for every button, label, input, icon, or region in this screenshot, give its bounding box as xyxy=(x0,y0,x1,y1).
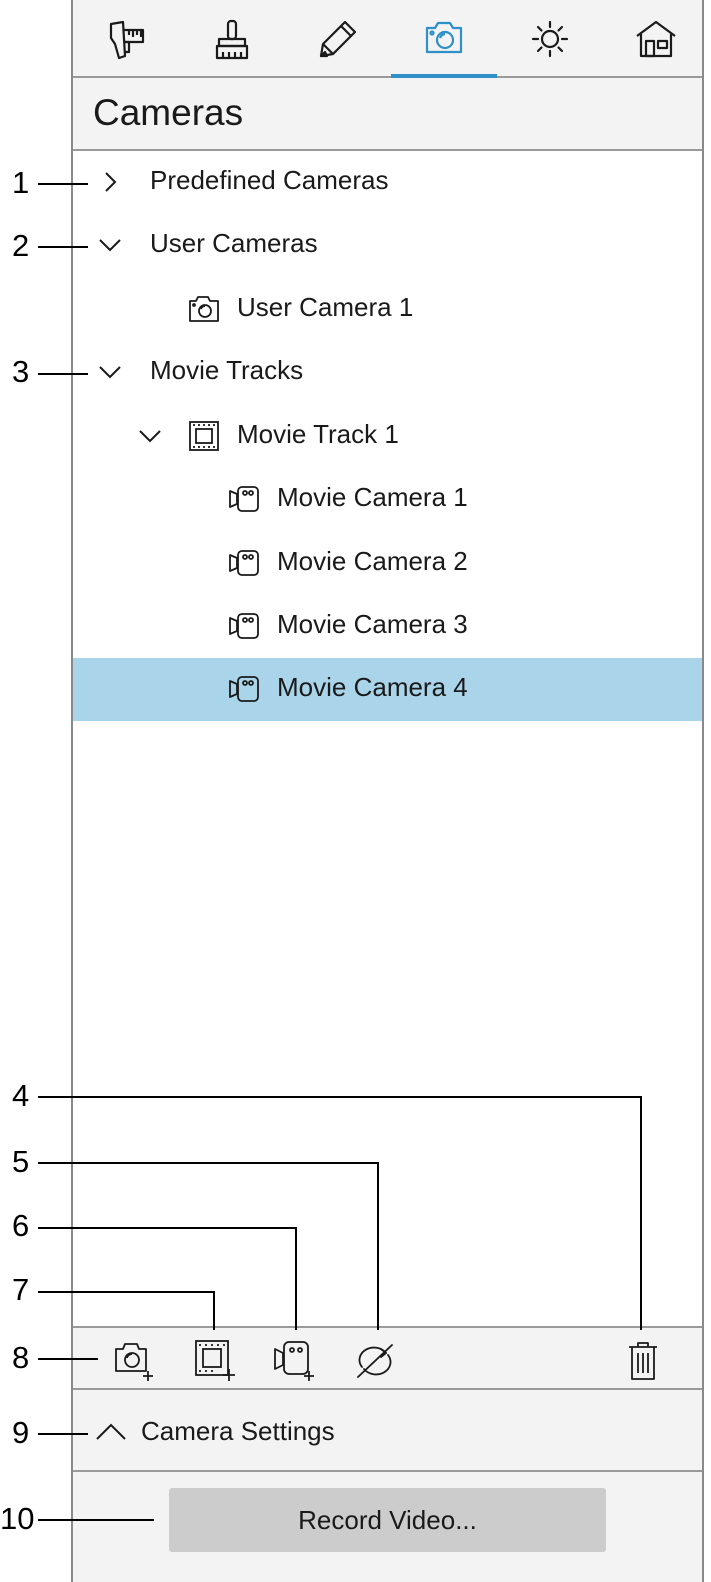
tab-material[interactable] xyxy=(179,0,285,78)
movie-camera-icon xyxy=(229,486,259,512)
tree-label: Movie Camera 4 xyxy=(277,672,468,702)
tree-label: User Cameras xyxy=(150,228,318,258)
tree-label: Movie Camera 2 xyxy=(277,546,468,576)
delete-button[interactable] xyxy=(619,1336,667,1384)
camera-tree: Predefined Cameras User Cameras User Cam… xyxy=(73,151,702,1326)
pencil-icon xyxy=(319,20,357,58)
sync-camera-button[interactable] xyxy=(351,1336,399,1384)
add-movie-track-icon xyxy=(195,1340,235,1381)
tree-label: Movie Camera 3 xyxy=(277,609,468,639)
add-movie-camera-icon xyxy=(274,1341,314,1381)
tree-node-movie-track-1[interactable]: Movie Track 1 xyxy=(73,405,702,468)
tab-cameras[interactable] xyxy=(391,0,497,78)
camera-icon xyxy=(425,21,463,54)
movie-camera-icon xyxy=(229,550,259,576)
tab-measure[interactable] xyxy=(73,0,179,78)
sync-camera-icon xyxy=(357,1344,393,1378)
tree-label: User Camera 1 xyxy=(237,292,414,322)
page-title: Cameras xyxy=(93,92,244,133)
add-movie-camera-button[interactable] xyxy=(271,1336,319,1384)
tree-item-movie-camera[interactable]: Movie Camera 1 xyxy=(73,468,702,531)
callout-number: 1 xyxy=(12,165,30,200)
trash-icon xyxy=(629,1342,657,1380)
movie-camera-icon xyxy=(229,613,259,639)
record-section: Record Video... xyxy=(73,1472,702,1582)
callout-number: 6 xyxy=(12,1208,30,1243)
callout-number: 8 xyxy=(12,1340,30,1375)
record-video-button[interactable]: Record Video... xyxy=(169,1488,606,1552)
callout-number: 7 xyxy=(12,1272,30,1307)
tab-scene[interactable] xyxy=(603,0,709,78)
house-icon xyxy=(636,20,676,58)
callout-number: 9 xyxy=(12,1415,30,1450)
callout-number: 4 xyxy=(12,1078,30,1113)
chevron-right-icon[interactable] xyxy=(95,167,125,197)
tool-tabs xyxy=(73,0,702,78)
tree-label: Movie Track 1 xyxy=(237,419,399,449)
tree-label: Movie Camera 1 xyxy=(277,482,468,512)
cameras-panel: Cameras Predefined Cameras User Cameras … xyxy=(71,0,704,1582)
camera-settings-label: Camera Settings xyxy=(141,1416,335,1446)
panel-header: Cameras xyxy=(73,78,702,151)
tree-item-movie-camera[interactable]: Movie Camera 3 xyxy=(73,595,702,658)
tree-item-movie-camera[interactable]: Movie Camera 2 xyxy=(73,532,702,595)
tree-item-movie-camera-selected[interactable]: Movie Camera 4 xyxy=(73,658,702,721)
tree-item-user-camera-1[interactable]: User Camera 1 xyxy=(73,278,702,341)
movie-camera-icon xyxy=(229,676,259,702)
callout-number: 3 xyxy=(12,354,30,389)
callout-number: 5 xyxy=(12,1144,30,1179)
add-movie-track-button[interactable] xyxy=(191,1336,239,1384)
sun-icon xyxy=(531,20,569,58)
chevron-down-icon[interactable] xyxy=(135,421,165,451)
tree-label: Movie Tracks xyxy=(150,355,304,385)
tree-node-movie-tracks[interactable]: Movie Tracks xyxy=(73,341,702,404)
tree-label: Predefined Cameras xyxy=(150,165,389,195)
camera-action-bar xyxy=(73,1326,702,1390)
add-camera-button[interactable] xyxy=(111,1336,159,1384)
add-camera-icon xyxy=(115,1343,153,1381)
chevron-up-icon[interactable] xyxy=(93,1417,129,1445)
caliper-icon xyxy=(109,20,145,60)
callout-number: 10 xyxy=(0,1501,35,1536)
tree-node-user-cameras[interactable]: User Cameras xyxy=(73,214,702,277)
tab-lighting[interactable] xyxy=(497,0,603,78)
camera-icon xyxy=(189,296,219,322)
chevron-down-icon[interactable] xyxy=(95,357,125,387)
callout-number: 2 xyxy=(12,228,30,263)
tab-edit[interactable] xyxy=(285,0,391,78)
tree-node-predefined-cameras[interactable]: Predefined Cameras xyxy=(73,151,702,214)
film-strip-icon xyxy=(189,421,219,451)
chevron-down-icon[interactable] xyxy=(95,230,125,260)
brush-icon xyxy=(215,19,249,60)
camera-settings-section[interactable]: Camera Settings xyxy=(73,1390,702,1472)
